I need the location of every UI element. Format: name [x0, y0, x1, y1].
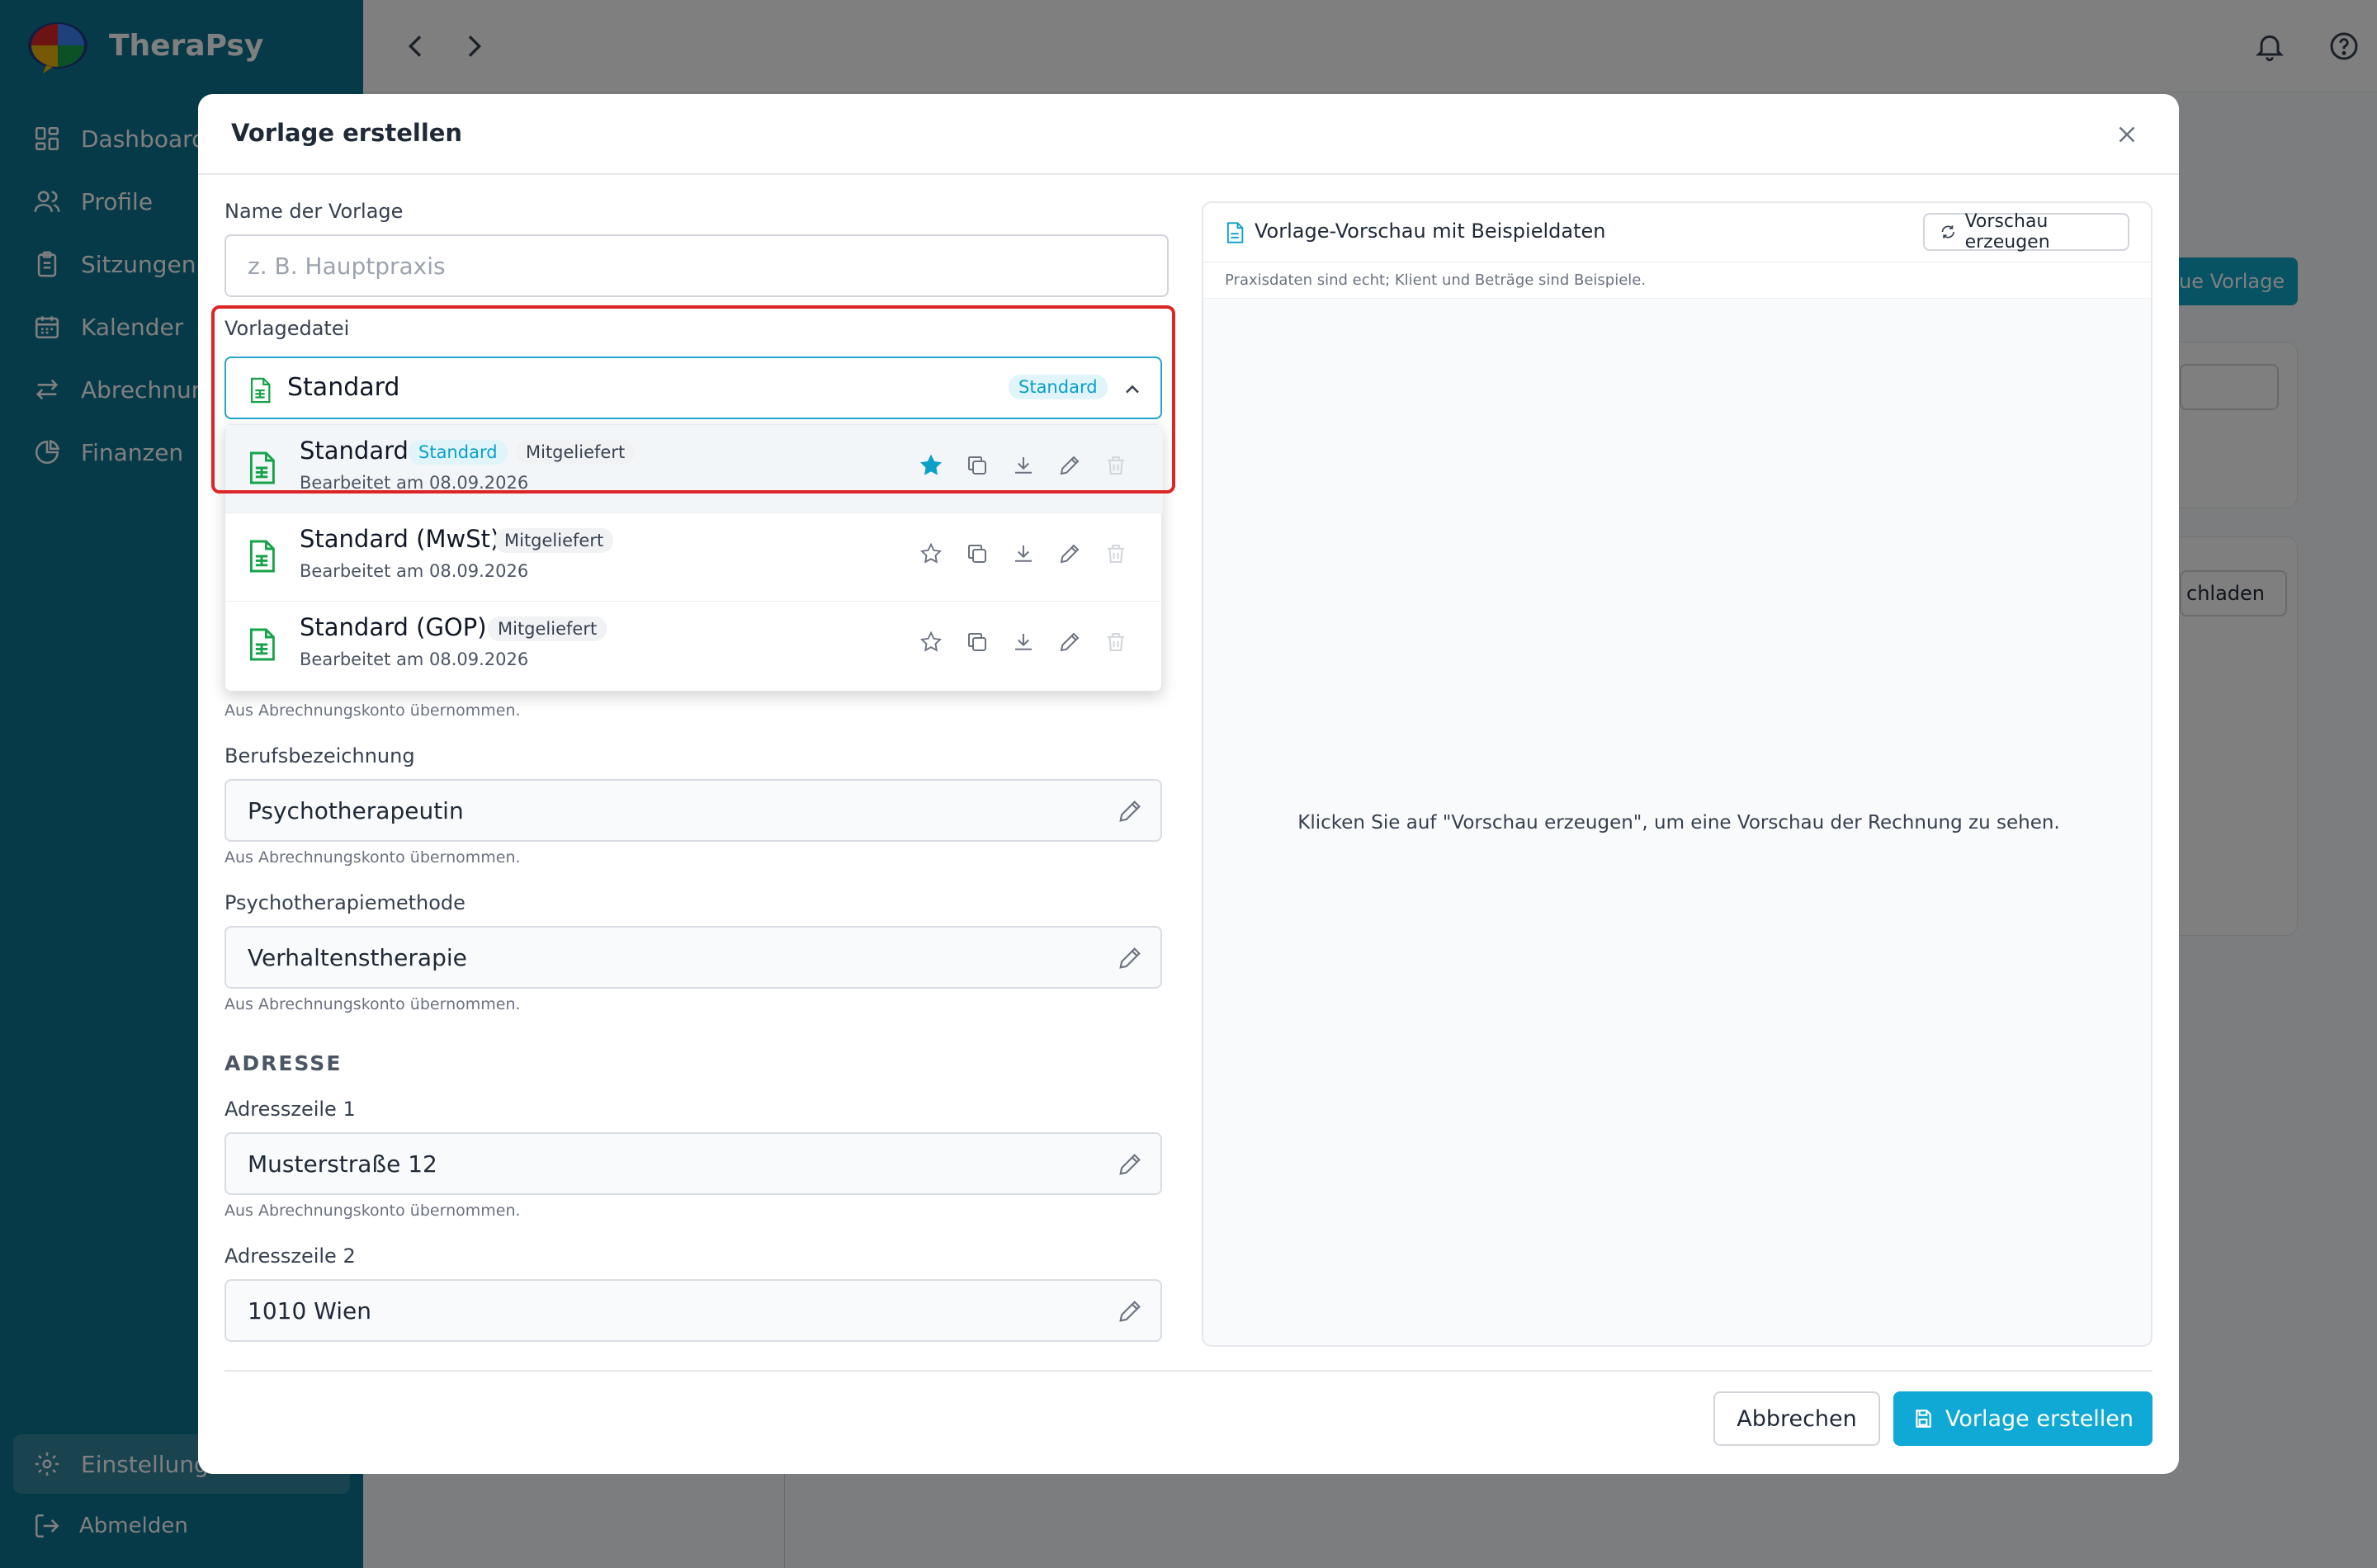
pencil-icon[interactable] [1057, 630, 1082, 654]
generate-preview-label: Vorschau erzeugen [1964, 211, 2050, 253]
field-hint: Aus Abrechnungskonto übernommen. [224, 1202, 521, 1220]
job-label: Berufsbezeichnung [224, 744, 415, 767]
option-name: Standard (GOP) [300, 613, 487, 641]
template-option[interactable]: Standard (GOP) Mitgeliefert Bearbeitet a… [225, 602, 1163, 690]
spreadsheet-file-icon [247, 626, 276, 663]
job-title-input[interactable]: Psychotherapeutin [224, 779, 1162, 842]
document-icon [1225, 221, 1245, 244]
method-input[interactable]: Verhaltenstherapie [224, 926, 1162, 989]
copy-icon[interactable] [965, 541, 990, 566]
pencil-icon[interactable] [1116, 1150, 1144, 1178]
preview-header: Vorlage-Vorschau mit Beispieldaten Vorsc… [1203, 203, 2151, 262]
create-template-button[interactable]: Vorlage erstellen [1893, 1391, 2153, 1446]
pencil-icon[interactable] [1116, 1297, 1144, 1325]
spreadsheet-file-icon [247, 538, 276, 574]
address2-value: 1010 Wien [248, 1296, 371, 1325]
download-icon[interactable] [1011, 630, 1036, 654]
template-name-input[interactable]: z. B. Hauptpraxis [224, 234, 1169, 297]
close-icon[interactable] [2113, 120, 2141, 149]
address2-input[interactable]: 1010 Wien [224, 1279, 1162, 1342]
star-outline-icon[interactable] [919, 541, 943, 566]
refresh-icon [1941, 225, 1955, 239]
dialog-header: Vorlage erstellen [198, 94, 2179, 175]
job-title-value: Psychotherapeutin [248, 796, 464, 824]
template-option[interactable]: Standard (MwSt) Mitgeliefert Bearbeitet … [225, 513, 1163, 602]
dialog-title: Vorlage erstellen [231, 119, 463, 147]
generate-preview-button[interactable]: Vorschau erzeugen [1923, 211, 2129, 253]
option-date: Bearbeitet am 08.09.2026 [300, 561, 529, 581]
address-section-title: ADRESSE [224, 1051, 343, 1075]
star-outline-icon[interactable] [919, 630, 943, 654]
save-icon [1916, 1410, 1931, 1428]
bundled-badge: Mitgeliefert [488, 616, 607, 641]
option-date: Bearbeitet am 08.09.2026 [300, 649, 529, 669]
copy-icon[interactable] [965, 630, 990, 654]
address1-value: Musterstraße 12 [248, 1150, 437, 1178]
trash-icon[interactable] [1103, 630, 1128, 654]
option-actions [919, 630, 1128, 654]
footer-divider [224, 1370, 2153, 1372]
pencil-icon[interactable] [1057, 541, 1082, 566]
highlight-annotation [211, 305, 1175, 494]
pencil-icon[interactable] [1116, 944, 1144, 972]
create-template-dialog: Vorlage erstellen Name der Vorlage z. B.… [198, 94, 2179, 1474]
field-hint: Aus Abrechnungskonto übernommen. [224, 848, 521, 867]
address1-label: Adresszeile 1 [224, 1098, 356, 1121]
create-template-label: Vorlage erstellen [1945, 1405, 2134, 1432]
name-label: Name der Vorlage [224, 200, 404, 223]
method-label: Psychotherapiemethode [224, 891, 465, 914]
trash-icon[interactable] [1103, 541, 1128, 566]
preview-empty-message: Klicken Sie auf "Vorschau erzeugen", um … [1297, 812, 2060, 834]
bundled-badge: Mitgeliefert [494, 528, 614, 553]
preview-subtitle: Praxisdaten sind echt; Klient und Beträg… [1203, 262, 2151, 299]
pencil-icon[interactable] [1116, 797, 1144, 825]
preview-title: Vorlage-Vorschau mit Beispieldaten [1255, 220, 1606, 243]
download-icon[interactable] [1011, 541, 1036, 566]
template-name-placeholder: z. B. Hauptpraxis [248, 252, 446, 280]
field-hint: Aus Abrechnungskonto übernommen. [224, 995, 521, 1013]
option-name: Standard (MwSt) [300, 525, 500, 553]
option-actions [919, 541, 1128, 566]
address1-input[interactable]: Musterstraße 12 [224, 1132, 1162, 1195]
cancel-button[interactable]: Abbrechen [1713, 1391, 1880, 1446]
address2-label: Adresszeile 2 [224, 1244, 356, 1268]
field-hint: Aus Abrechnungskonto übernommen. [224, 701, 521, 720]
template-preview-panel: Vorlage-Vorschau mit Beispieldaten Vorsc… [1202, 201, 2153, 1347]
method-value: Verhaltenstherapie [248, 943, 467, 971]
